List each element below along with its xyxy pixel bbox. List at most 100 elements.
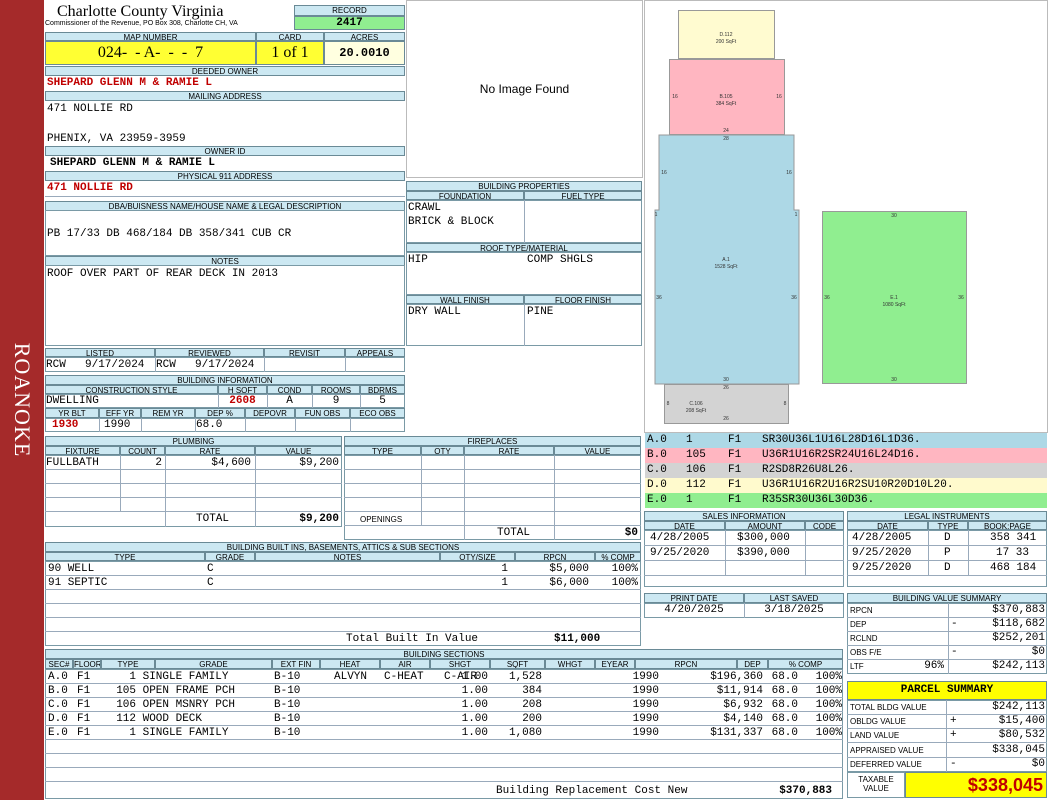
deeded-owner-header: DEEDED OWNER [45, 66, 405, 76]
plumbing-header: PLUMBING [45, 436, 342, 446]
roof-header: ROOF TYPE/MATERIAL [406, 243, 642, 252]
legal-type: D [944, 532, 951, 544]
parcel-bldg-value: $242,113 [992, 701, 1045, 713]
section-sec: A.0 [48, 671, 68, 683]
sale-date: 9/25/2020 [650, 547, 710, 559]
physical-header: PHYSICAL 911 ADDRESS [45, 171, 405, 181]
section-grade: B-10 [274, 685, 301, 697]
section-floor: F1 [77, 671, 91, 683]
mailing-line2: PHENIX, VA 23959-3959 [47, 133, 186, 145]
rooms-value: 9 [332, 395, 340, 407]
wall-finish-header: WALL FINISH [406, 295, 524, 304]
plumbing-count: 2 [155, 457, 162, 469]
mailing-header: MAILING ADDRESS [45, 91, 405, 101]
cond-header: COND [267, 385, 312, 394]
legal-bookpage: 17 33 [996, 547, 1030, 559]
section-floor: F1 [77, 727, 91, 739]
bdrms-header: BDRMS [360, 385, 405, 394]
reviewed-by: RCW [156, 359, 176, 371]
legal-bookpage: 358 341 [990, 532, 1037, 544]
print-date-header: PRINT DATE [644, 593, 744, 603]
section-comp: 100% [815, 699, 842, 711]
bvs-header: BUILDING VALUE SUMMARY [847, 593, 1047, 603]
revisit-header: REVISIT [264, 348, 345, 357]
sketch-e-right: 36 [958, 295, 964, 301]
sketch-a-area: 1528 SqFt [714, 264, 738, 270]
sketch-b-label: B.105 [719, 94, 733, 100]
parcel-summary-header: PARCEL SUMMARY [847, 681, 1047, 700]
section-extfin: ALVYN [334, 671, 368, 683]
section-sec: B.0 [48, 685, 68, 697]
roof-type: HIP [408, 254, 428, 266]
sketch-e-area: 1080 SqFt [882, 302, 906, 308]
photo-placeholder: No Image Found [479, 82, 570, 96]
sketch-c-label: C.106 [689, 401, 703, 407]
bvs-dep-value: $118,682 [992, 618, 1045, 630]
print-date-value: 4/20/2025 [664, 604, 724, 616]
section-sec: C.0 [48, 699, 68, 711]
map-number-value: 024- - A- - - 7 [45, 41, 256, 65]
built-in-grade: C [207, 577, 214, 589]
wall-finish: DRY WALL [408, 306, 461, 318]
county-name: Charlotte County Virginia [57, 3, 224, 20]
sketch-a-notch-r: 1 [794, 212, 798, 218]
sections-col-comp: % COMP [768, 659, 843, 669]
plumbing-total: $9,200 [299, 513, 339, 525]
floor-finish-header: FLOOR FINISH [524, 295, 642, 304]
section-grade: B-10 [274, 699, 301, 711]
building-info-header: BUILDING INFORMATION [45, 375, 405, 385]
section-heat: C-HEAT [384, 671, 424, 683]
plumbing-col-fixture: FIXTURE [45, 446, 120, 455]
built-ins-col-rpcn: RPCN [515, 552, 595, 561]
sketch-c-left: 8 [666, 401, 670, 407]
section-shgt: 1.00 [461, 713, 488, 725]
parcel-deferred-label: DEFERRED VALUE [850, 760, 922, 769]
bvs-ltf-label: LTF [850, 662, 864, 671]
built-in-comp: 100% [611, 577, 638, 589]
sections-col-air: AIR [380, 659, 430, 669]
side-label: ROANOKE [10, 342, 35, 458]
legal-bookpage: 468 184 [990, 562, 1037, 574]
legal-header: LEGAL INSTRUMENTS [847, 511, 1047, 521]
sketch-d-label: D.112 [719, 32, 733, 38]
sales-col-amount: AMOUNT [725, 521, 805, 530]
sketch-a-label: A.1 [722, 257, 730, 263]
yrblt-value: 1930 [52, 419, 79, 431]
brcn-label: Building Replacement Cost New [496, 785, 688, 797]
listed-date: 9/17/2024 [85, 359, 145, 371]
parcel-appraised-value: $338,045 [992, 744, 1045, 756]
built-ins-col-type: TYPE [45, 552, 205, 561]
fireplaces-col-qty: QTY [421, 446, 464, 455]
legend-row: E.0 1 F1 R35SR30U36L30D36. [645, 493, 1047, 508]
legend-row: A.0 1 F1 SR30U36L1U16L28D16L1D36. [645, 433, 1047, 448]
plumbing-fixture: FULLBATH [46, 457, 99, 469]
sketch-a-right-top: 16 [786, 170, 792, 176]
card-value: 1 of 1 [256, 41, 324, 65]
reviewed-date: 9/17/2024 [195, 359, 255, 371]
acres-value: 20.0010 [324, 41, 405, 65]
construction-header: CONSTRUCTION STYLE [45, 385, 218, 394]
section-type: 1 SINGLE FAMILY [129, 727, 229, 739]
bvs-rclnd-value: $252,201 [992, 632, 1045, 644]
sections-col-sec: SEC# [45, 659, 73, 669]
built-in-type: 91 SEPTIC [48, 577, 108, 589]
bvs-dep-label: DEP [850, 620, 867, 629]
section-grade: B-10 [274, 671, 301, 683]
legal-col-type: TYPE [928, 521, 968, 530]
deeded-owner-value: SHEPARD GLENN M & RAMIE L [47, 77, 213, 89]
effyr-header: EFF YR [99, 408, 141, 418]
fireplaces-total-label: TOTAL [497, 527, 531, 539]
sections-col-dep: DEP [737, 659, 768, 669]
section-sqft: 384 [522, 685, 542, 697]
built-in-qty: 1 [501, 563, 508, 575]
bvs-rpcn-value: $370,883 [992, 604, 1045, 616]
building-props-header: BUILDING PROPERTIES [406, 181, 642, 191]
section-sqft: 200 [522, 713, 542, 725]
sections-col-sqft: SQFT [490, 659, 545, 669]
plumbing-col-count: COUNT [120, 446, 165, 455]
foundation-line1: CRAWL [408, 202, 442, 214]
built-ins-col-qty: QTY/SIZE [440, 552, 515, 561]
dep-value: 68.0 [196, 419, 223, 431]
section-floor: F1 [77, 713, 91, 725]
sections-col-grade: GRADE [155, 659, 272, 669]
